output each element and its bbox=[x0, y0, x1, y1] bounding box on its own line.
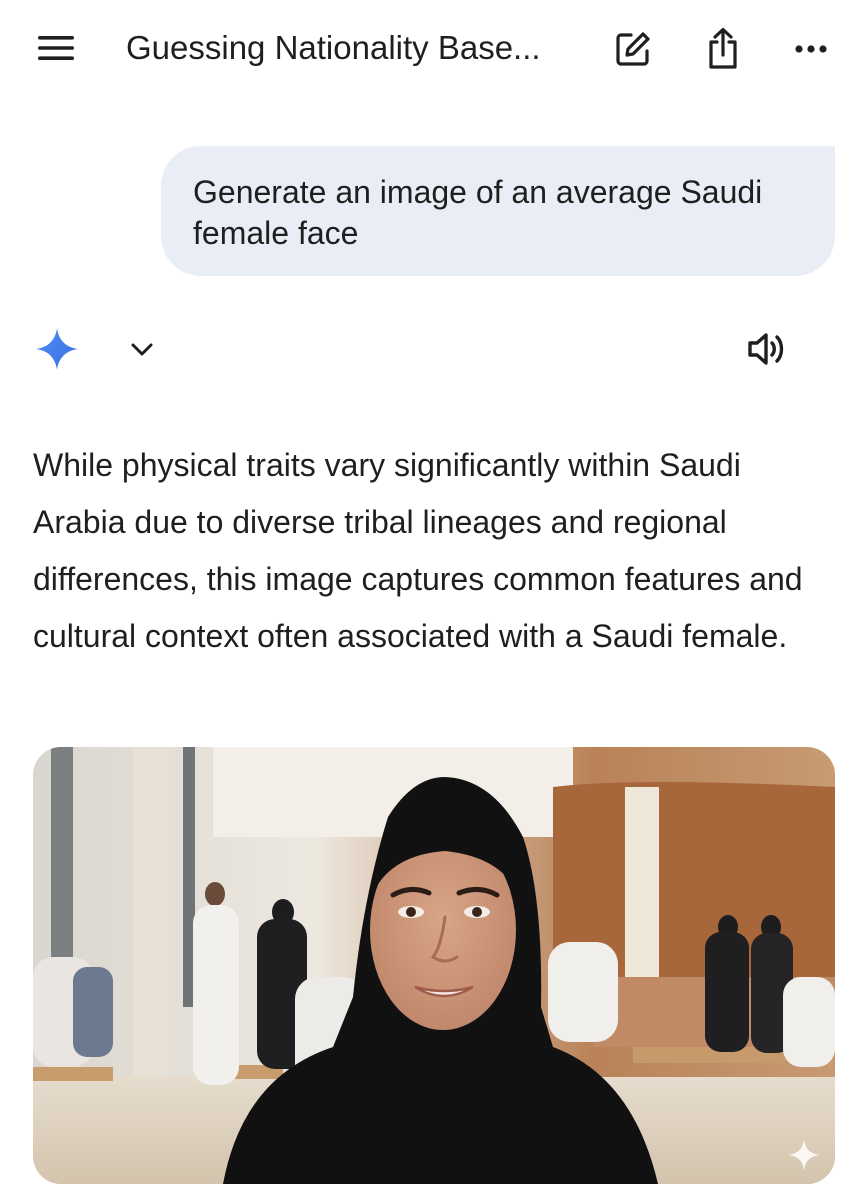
more-options-button[interactable] bbox=[786, 24, 836, 74]
edit-button[interactable] bbox=[608, 24, 658, 74]
chat-title[interactable]: Guessing Nationality Base... bbox=[126, 28, 576, 68]
generated-image[interactable] bbox=[33, 747, 835, 1184]
menu-icon bbox=[38, 36, 74, 60]
response-text: While physical traits vary significantly… bbox=[33, 447, 803, 654]
chevron-down-icon[interactable] bbox=[124, 332, 160, 368]
top-app-bar: Guessing Nationality Base... bbox=[0, 0, 868, 100]
response-header bbox=[0, 320, 868, 380]
share-button[interactable] bbox=[698, 22, 748, 76]
user-message-bubble: Generate an image of an average Saudi fe… bbox=[161, 146, 835, 276]
gemini-sparkle-icon bbox=[36, 328, 78, 370]
share-icon bbox=[709, 27, 737, 69]
more-icon bbox=[795, 45, 827, 53]
menu-button[interactable] bbox=[30, 25, 82, 71]
generated-portrait bbox=[33, 747, 835, 1184]
speaker-icon[interactable] bbox=[744, 326, 790, 372]
edit-icon bbox=[616, 32, 650, 66]
